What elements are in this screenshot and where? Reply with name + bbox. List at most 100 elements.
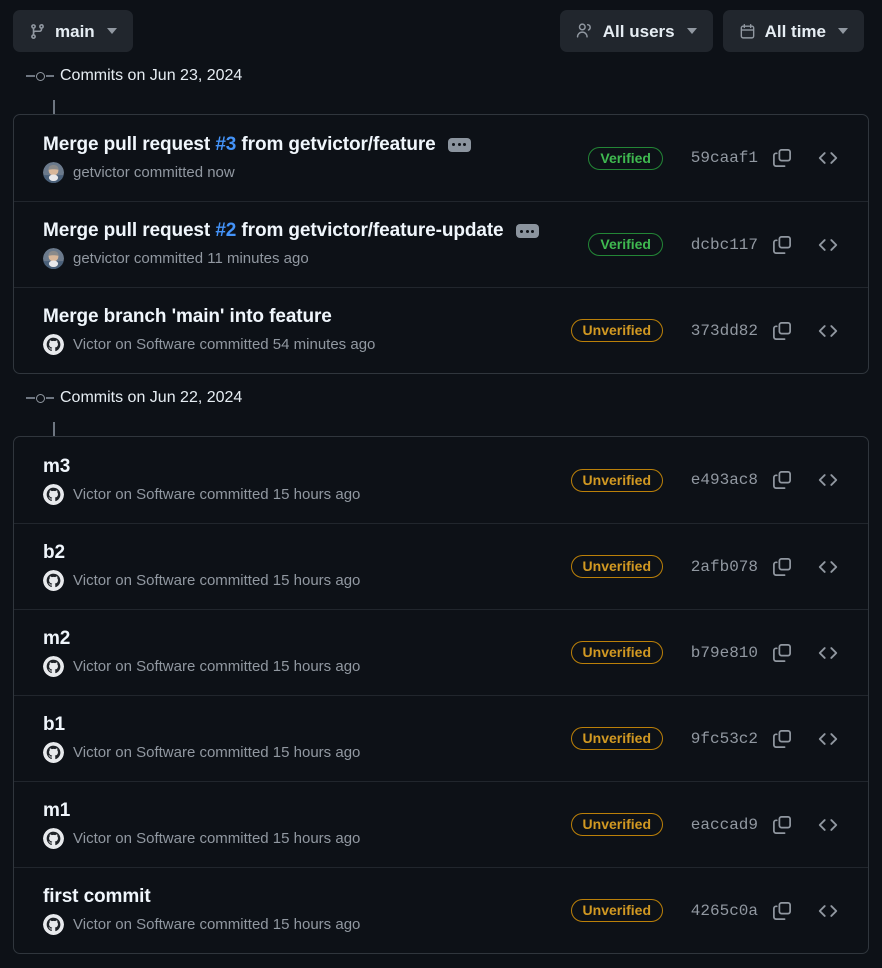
verification-badge-cell: Unverified	[541, 813, 663, 836]
copy-sha-icon[interactable]	[771, 234, 793, 256]
status-badge[interactable]: Unverified	[570, 727, 663, 750]
commits-date-heading: Commits on Jun 22, 2024	[0, 374, 882, 422]
commits-date-heading: Commits on Jun 23, 2024	[0, 52, 882, 100]
commit-sha-cell: 4265c0a	[663, 902, 758, 920]
browse-code-icon[interactable]	[817, 147, 839, 169]
photo-avatar-graphic	[43, 161, 64, 183]
pull-request-link[interactable]: #2	[215, 220, 236, 241]
copy-sha-cell	[758, 728, 806, 750]
browse-code-icon[interactable]	[817, 234, 839, 256]
author-avatar[interactable]	[43, 828, 64, 849]
status-badge[interactable]: Unverified	[570, 555, 663, 578]
browse-code-icon[interactable]	[817, 556, 839, 578]
github-avatar-graphic	[43, 483, 64, 505]
timeline-connector	[0, 422, 882, 436]
status-badge[interactable]: Unverified	[570, 899, 663, 922]
photo-avatar-graphic	[43, 248, 64, 269]
commit-meta-line: Victor on Software committed 15 hours ag…	[43, 828, 541, 849]
commit-author-and-time: Victor on Software committed 15 hours ag…	[73, 916, 361, 933]
timeline-node-icon	[26, 71, 54, 81]
commit-main: m2 Victor on Software committed 15 hours…	[43, 628, 541, 677]
commit-sha-link[interactable]: 9fc53c2	[691, 730, 758, 748]
expand-commit-message-button[interactable]	[447, 137, 471, 152]
author-avatar[interactable]	[43, 914, 64, 935]
browse-code-icon[interactable]	[817, 469, 839, 491]
copy-sha-icon[interactable]	[771, 147, 793, 169]
status-badge[interactable]: Verified	[588, 233, 663, 256]
commit-title-line: Merge branch 'main' into feature	[43, 306, 541, 328]
author-avatar[interactable]	[43, 334, 64, 355]
copy-sha-icon[interactable]	[771, 814, 793, 836]
calendar-icon	[739, 23, 756, 40]
commit-main: m3 Victor on Software committed 15 hours…	[43, 456, 541, 505]
verification-badge-cell: Unverified	[541, 641, 663, 664]
pull-request-link[interactable]: #3	[215, 134, 236, 155]
browse-code-cell	[806, 814, 850, 836]
commit-author-and-time: Victor on Software committed 15 hours ag…	[73, 830, 361, 847]
commit-title-link[interactable]: first commit	[43, 886, 151, 908]
copy-sha-cell	[758, 900, 806, 922]
commit-author-and-time: Victor on Software committed 15 hours ag…	[73, 744, 361, 761]
browse-code-icon[interactable]	[817, 900, 839, 922]
github-avatar-graphic	[43, 828, 64, 849]
commit-meta-line: getvictor committed 11 minutes ago	[43, 248, 541, 269]
copy-sha-icon[interactable]	[771, 469, 793, 491]
commit-row-actions: Unverified 4265c0a	[541, 899, 850, 922]
github-avatar-graphic	[43, 742, 64, 763]
commit-title-link[interactable]: Merge pull request #3 from getvictor/fea…	[43, 134, 436, 156]
status-badge[interactable]: Verified	[588, 146, 663, 170]
browse-code-icon[interactable]	[817, 814, 839, 836]
commit-title-line: m3	[43, 456, 541, 478]
author-avatar[interactable]	[43, 483, 64, 505]
commit-sha-link[interactable]: 2afb078	[691, 558, 758, 576]
chevron-down-icon	[838, 28, 848, 34]
copy-sha-icon[interactable]	[771, 320, 793, 342]
time-filter-label: All time	[764, 21, 826, 41]
commit-title-link[interactable]: b1	[43, 714, 65, 736]
commit-sha-link[interactable]: e493ac8	[691, 471, 758, 489]
commit-author-and-time: Victor on Software committed 54 minutes …	[73, 336, 376, 353]
verification-badge-cell: Verified	[541, 146, 663, 170]
browse-code-cell	[806, 556, 850, 578]
copy-sha-icon[interactable]	[771, 728, 793, 750]
commit-title-link[interactable]: m1	[43, 800, 70, 822]
commit-meta-line: getvictor committed now	[43, 161, 541, 183]
copy-sha-icon[interactable]	[771, 556, 793, 578]
author-avatar[interactable]	[43, 742, 64, 763]
expand-commit-message-button[interactable]	[515, 224, 539, 238]
time-filter-button[interactable]: All time	[722, 10, 864, 52]
commit-meta-line: Victor on Software committed 15 hours ag…	[43, 742, 541, 763]
user-filter-button[interactable]: All users	[559, 10, 713, 52]
author-avatar[interactable]	[43, 570, 64, 591]
branch-selector-button[interactable]: main	[13, 10, 133, 52]
browse-code-cell	[806, 469, 850, 491]
commit-title-link[interactable]: Merge pull request #2 from getvictor/fea…	[43, 220, 504, 242]
browse-code-cell	[806, 642, 850, 664]
commit-sha-link[interactable]: 373dd82	[691, 322, 758, 340]
browse-code-icon[interactable]	[817, 642, 839, 664]
commit-title-link[interactable]: b2	[43, 542, 65, 564]
browse-code-cell	[806, 728, 850, 750]
commit-sha-link[interactable]: dcbc117	[691, 236, 758, 254]
commit-sha-link[interactable]: b79e810	[691, 644, 758, 662]
commit-title-link[interactable]: m3	[43, 456, 70, 478]
commit-row-actions: Unverified e493ac8	[541, 468, 850, 492]
author-avatar[interactable]	[43, 656, 64, 677]
author-avatar[interactable]	[43, 161, 64, 183]
commit-title-link[interactable]: m2	[43, 628, 70, 650]
status-badge[interactable]: Unverified	[570, 468, 663, 492]
browse-code-icon[interactable]	[817, 320, 839, 342]
commit-sha-link[interactable]: eaccad9	[691, 816, 758, 834]
commit-title-link[interactable]: Merge branch 'main' into feature	[43, 306, 332, 328]
commit-row-actions: Unverified 373dd82	[541, 319, 850, 342]
copy-sha-icon[interactable]	[771, 900, 793, 922]
commit-row: m1 Victor on Software committed 15 hours…	[14, 781, 868, 867]
browse-code-icon[interactable]	[817, 728, 839, 750]
commit-sha-link[interactable]: 59caaf1	[691, 149, 758, 167]
commit-sha-link[interactable]: 4265c0a	[691, 902, 758, 920]
copy-sha-icon[interactable]	[771, 642, 793, 664]
author-avatar[interactable]	[43, 248, 64, 269]
status-badge[interactable]: Unverified	[570, 813, 663, 836]
status-badge[interactable]: Unverified	[570, 319, 663, 342]
status-badge[interactable]: Unverified	[570, 641, 663, 664]
